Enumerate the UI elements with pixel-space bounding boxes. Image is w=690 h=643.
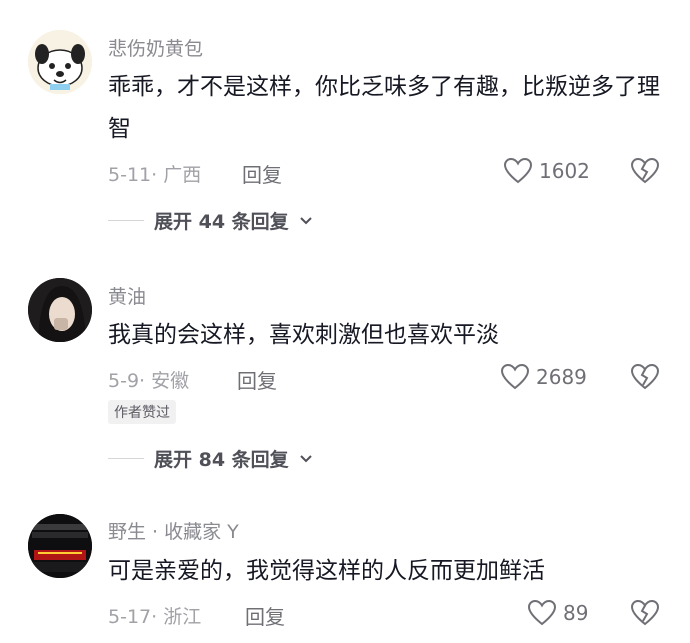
like-count: 89: [563, 601, 589, 625]
broken-heart-icon: [630, 363, 660, 390]
chevron-down-icon: [299, 454, 312, 462]
like-button[interactable]: 2689: [500, 363, 587, 391]
comment-date-location: 5-17· 浙江: [108, 606, 202, 628]
comment-text: 可是亲爱的，我觉得这样的人反而更加鲜活: [108, 558, 545, 584]
like-button[interactable]: 89: [527, 599, 588, 627]
chevron-down-icon: [299, 216, 312, 224]
dislike-button[interactable]: [630, 599, 660, 631]
comment-date-location: 5-11· 广西: [108, 164, 202, 186]
cartoon-avatar-icon: [28, 30, 92, 94]
reply-button[interactable]: 回复: [237, 365, 277, 394]
heart-outline-icon: [527, 599, 557, 626]
expand-replies[interactable]: 展开 44 条回复: [108, 207, 313, 234]
expand-replies[interactable]: 展开 84 条回复: [108, 445, 313, 472]
like-button[interactable]: 1602: [503, 157, 590, 185]
comment-username[interactable]: 悲伤奶黄包: [108, 34, 203, 61]
heart-outline-icon: [500, 363, 530, 390]
expand-replies-label: 展开 44 条回复: [154, 211, 289, 233]
divider: [108, 458, 144, 459]
user-photo-icon: [28, 514, 92, 578]
like-count: 2689: [536, 365, 587, 389]
reply-button[interactable]: 回复: [242, 159, 282, 188]
comment-username[interactable]: 黄油: [108, 282, 146, 309]
dislike-button[interactable]: [630, 157, 660, 189]
avatar[interactable]: [28, 278, 92, 342]
author-liked-badge: 作者赞过: [108, 400, 176, 424]
broken-heart-icon: [630, 599, 660, 626]
heart-outline-icon: [503, 157, 533, 184]
broken-heart-icon: [630, 157, 660, 184]
divider: [108, 220, 144, 221]
avatar[interactable]: [28, 30, 92, 94]
comment-text: 乖乖，才不是这样，你比乏味多了有趣，比叛逆多了理智: [108, 74, 660, 142]
like-count: 1602: [539, 159, 590, 183]
avatar[interactable]: [28, 514, 92, 578]
expand-replies-label: 展开 84 条回复: [154, 449, 289, 471]
dislike-button[interactable]: [630, 363, 660, 395]
comment-date-location: 5-9· 安徽: [108, 370, 190, 392]
user-photo-icon: [28, 278, 92, 342]
comment-username[interactable]: 野生 · 收藏家 Y: [108, 517, 239, 544]
comment-text: 我真的会这样，喜欢刺激但也喜欢平淡: [108, 322, 499, 348]
reply-button[interactable]: 回复: [245, 601, 285, 630]
